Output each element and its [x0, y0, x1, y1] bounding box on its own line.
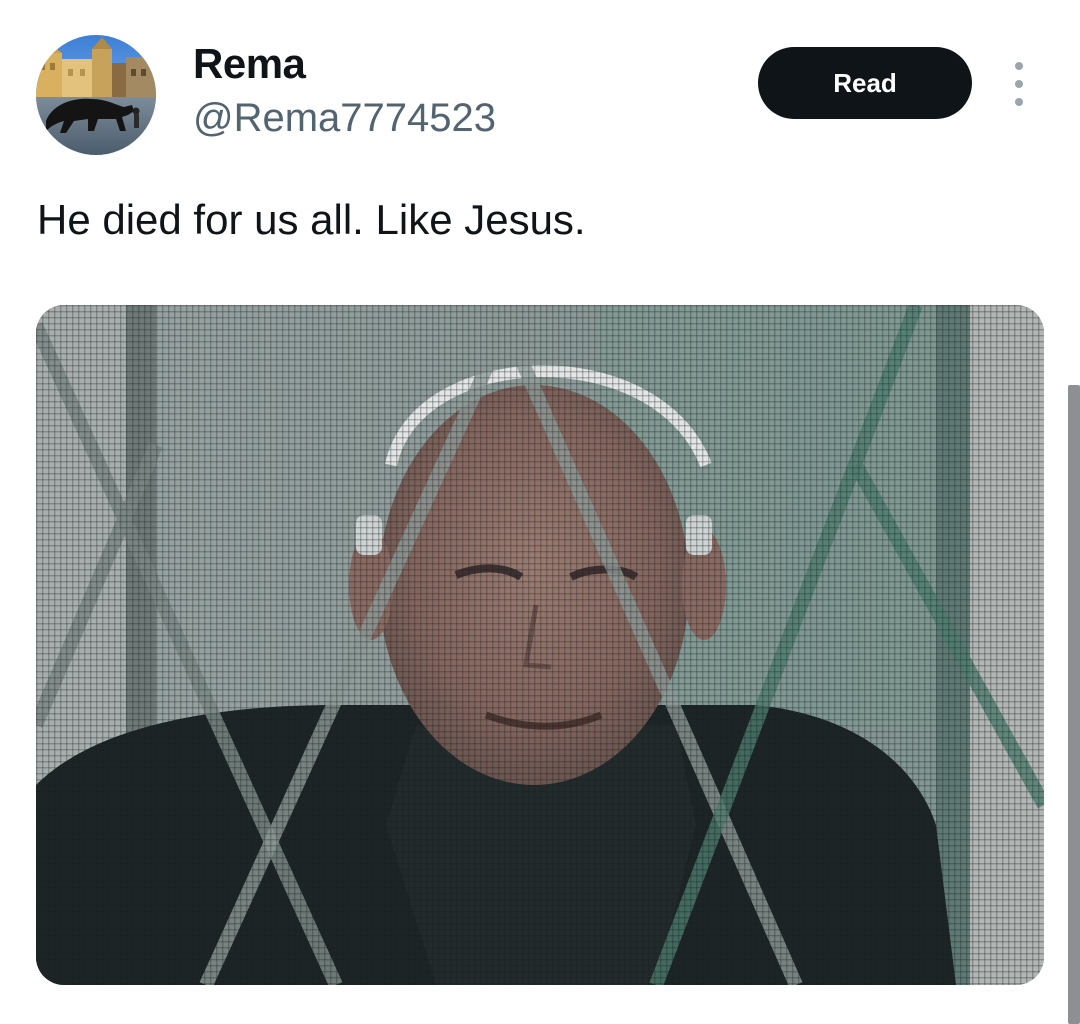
author-display-name[interactable]: Rema — [193, 40, 306, 88]
post-text: He died for us all. Like Jesus. — [37, 196, 586, 243]
more-dot — [1015, 98, 1023, 106]
photo-image — [36, 305, 1044, 985]
scrollbar[interactable] — [1068, 385, 1080, 1024]
author-handle[interactable]: @Rema7774523 — [193, 96, 496, 141]
more-options-icon[interactable] — [1004, 62, 1034, 106]
more-dot — [1015, 80, 1023, 88]
post-media-photo[interactable] — [36, 305, 1044, 985]
avatar[interactable] — [36, 35, 156, 155]
more-dot — [1015, 62, 1023, 70]
post-view: Rema @Rema7774523 Read He died for us al… — [0, 0, 1080, 1024]
avatar-image — [36, 35, 156, 155]
read-button[interactable]: Read — [758, 47, 972, 119]
